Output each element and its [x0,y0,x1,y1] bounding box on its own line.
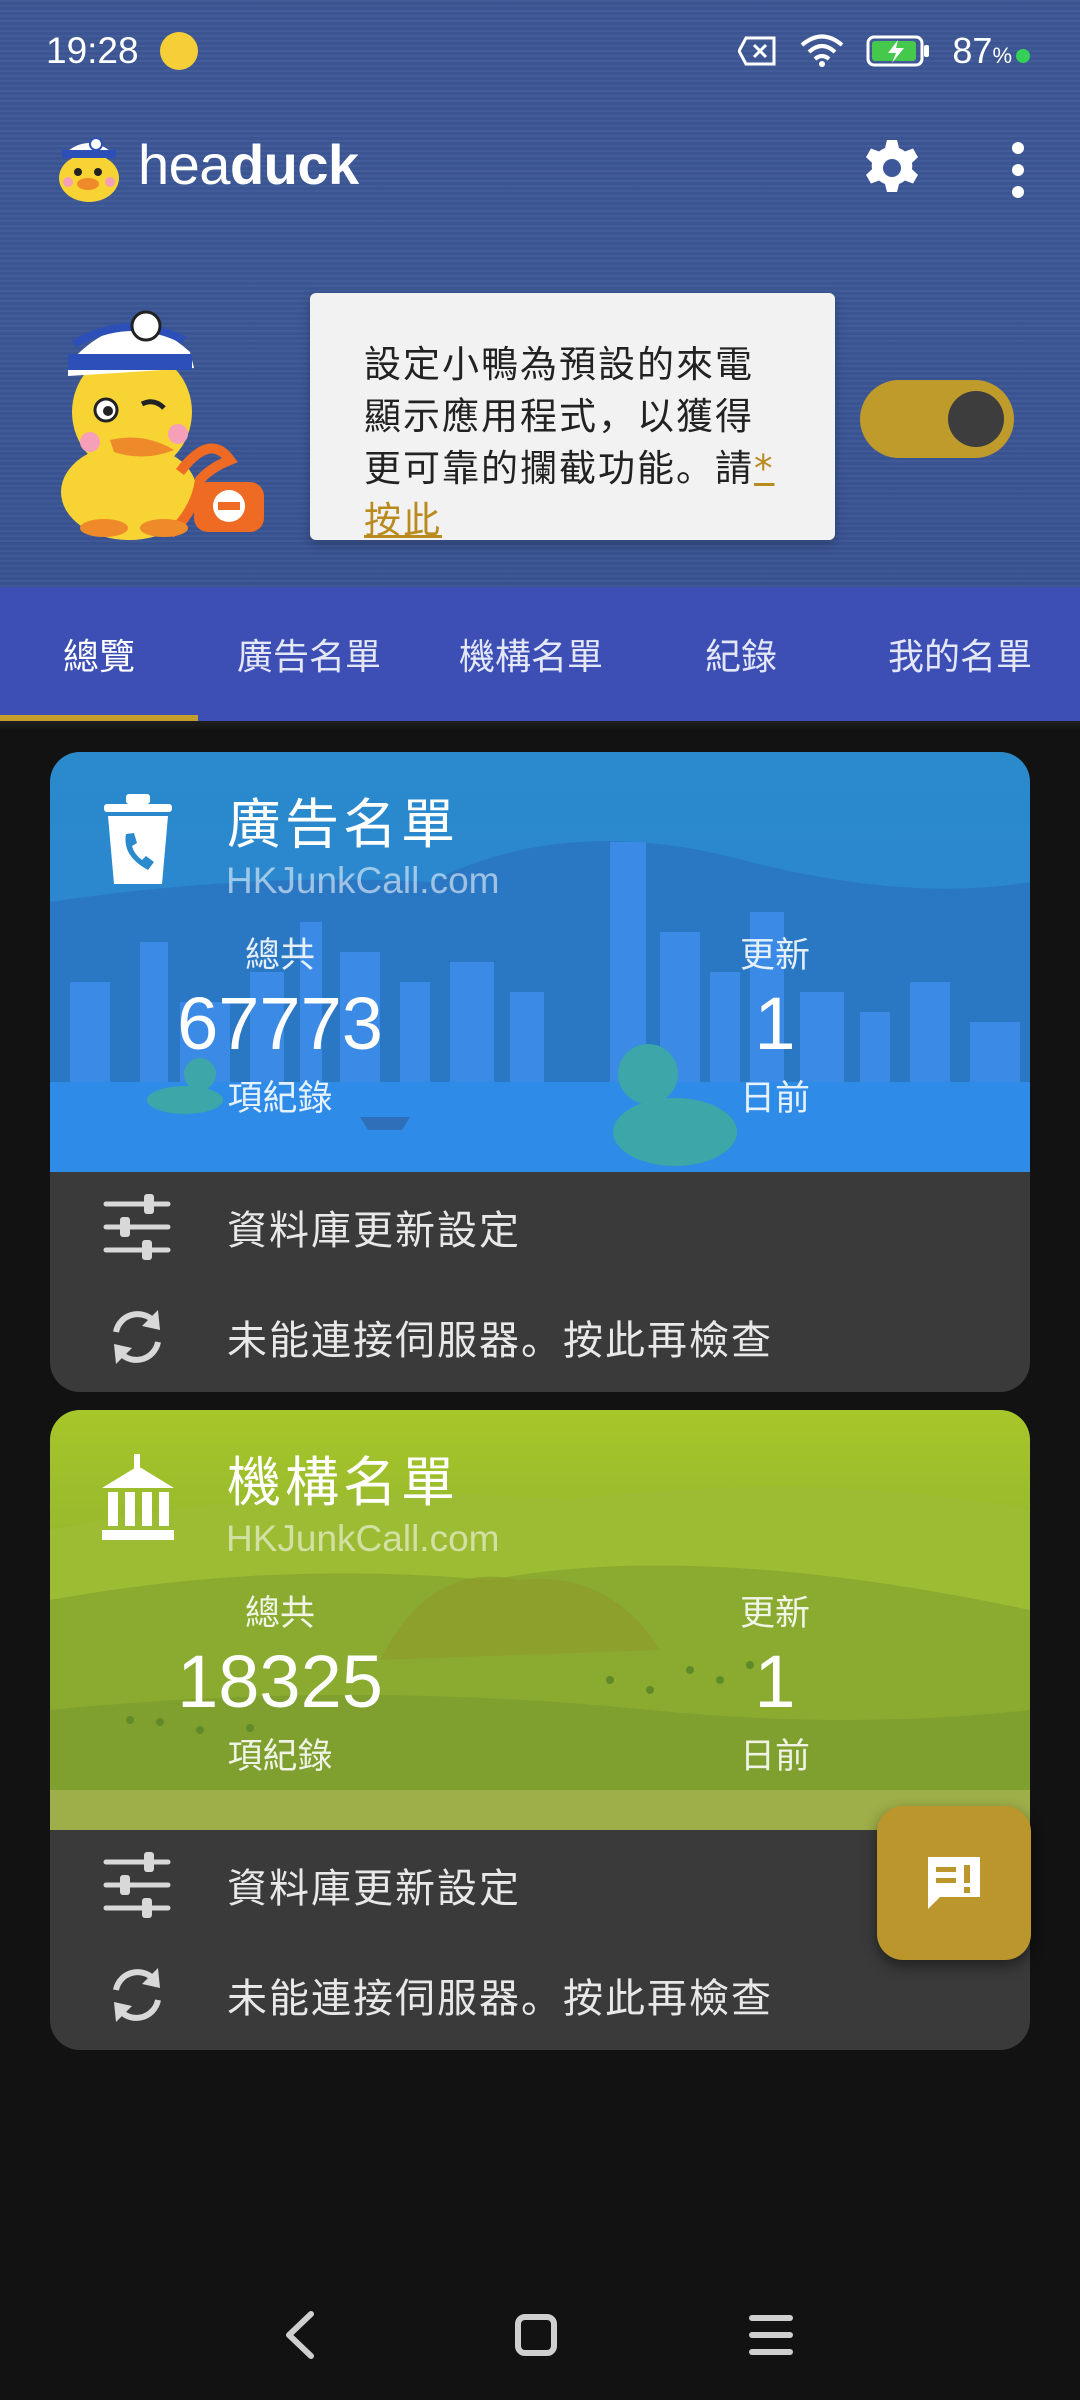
junk-call-trash-icon [104,794,172,884]
server-status-row[interactable]: 未能連接伺服器。按此再檢查 [50,1940,1030,2050]
total-records-stat: 總共 67773 項紀錄 [170,927,390,1121]
sim-disabled-icon [738,36,776,66]
feedback-message-icon [928,1857,980,1909]
last-update-stat: 更新 1 日前 [700,1585,850,1779]
total-records-stat: 總共 18325 項紀錄 [170,1585,390,1779]
card-source: HKJunkCall.com [226,1518,500,1559]
tab-org-list[interactable]: 機構名單 [420,587,642,721]
feedback-fab[interactable] [877,1806,1031,1960]
org-list-summary[interactable]: 機構名單 HKJunkCall.com 總共 18325 項紀錄 更新 1 日前 [50,1410,1030,1830]
notification-duck-icon [160,32,198,70]
tab-my-list[interactable]: 我的名單 [840,587,1080,721]
last-update-stat: 更新 1 日前 [700,927,850,1121]
total-label: 總共 [244,936,315,976]
default-caller-app-prompt: 設定小鴨為預設的來電顯示應用程式，以獲得更可靠的攔截功能。請*按此 [310,293,835,540]
refresh-icon [113,1968,161,2022]
org-list-card: 機構名單 HKJunkCall.com 總共 18325 項紀錄 更新 1 日前… [50,1410,1030,2050]
settings-label: 資料庫更新設定 [227,1866,521,1912]
tab-bar: 總覽 廣告名單 機構名單 紀錄 我的名單 [0,587,1080,721]
header-banner: 19:28 87% headuck 設定小鴨為預設的來電顯示應用程式，以獲得更可… [0,0,1080,587]
privacy-indicator-dot [1016,49,1030,63]
system-navigation-bar [0,2270,1080,2400]
status-label: 未能連接伺服器。按此再檢查 [227,1976,773,2022]
settings-gear-icon[interactable] [860,136,924,200]
card-title: 機構名單 [227,1451,459,1514]
refresh-icon [113,1310,161,1364]
status-label: 未能連接伺服器。按此再檢查 [227,1318,773,1364]
app-name: headuck [138,133,359,196]
duck-mascot-image [61,310,264,540]
card-title: 廣告名單 [227,793,459,856]
more-options-icon[interactable] [1000,140,1036,200]
tab-overview[interactable]: 總覽 [0,587,198,721]
toggle-knob [948,391,1004,447]
update-label: 更新 [739,1594,810,1634]
battery-percent: 87% [952,30,1030,72]
ad-list-summary[interactable]: 廣告名單 HKJunkCall.com 總共 67773 項紀錄 更新 1 日前 [50,752,1030,1172]
update-unit: 日前 [739,1737,810,1777]
app-logo-icon [59,137,119,202]
recents-menu-icon[interactable] [736,2300,806,2370]
status-bar: 19:28 87% [0,0,1080,110]
ad-list-card: 廣告名單 HKJunkCall.com 總共 67773 項紀錄 更新 1 日前… [50,752,1030,1392]
status-icons: 87% [738,30,1030,72]
total-value: 18325 [177,1640,383,1723]
update-value: 1 [754,982,796,1065]
update-value: 1 [754,1640,796,1723]
status-time: 19:28 [46,30,139,71]
update-unit: 日前 [739,1079,810,1119]
settings-label: 資料庫更新設定 [227,1208,521,1254]
tab-shadow [0,721,1080,731]
card-source: HKJunkCall.com [226,860,500,901]
tab-ad-list[interactable]: 廣告名單 [198,587,420,721]
home-icon[interactable] [501,2300,571,2370]
update-label: 更新 [739,936,810,976]
db-update-settings-row[interactable]: 資料庫更新設定 [50,1172,1030,1282]
app-bar: headuck [0,118,1080,228]
total-value: 67773 [177,982,383,1065]
sliders-icon [103,1852,171,1918]
wifi-icon [801,34,844,67]
total-unit: 項紀錄 [227,1737,333,1777]
sliders-icon [103,1194,171,1260]
blocking-toggle[interactable] [860,380,1014,458]
total-unit: 項紀錄 [227,1079,333,1119]
institution-building-icon [102,1454,174,1540]
prompt-text: 設定小鴨為預設的來電顯示應用程式，以獲得更可靠的攔截功能。請*按此 [364,343,775,540]
tab-records[interactable]: 紀錄 [642,587,840,721]
back-icon[interactable] [265,2300,335,2370]
total-label: 總共 [244,1594,315,1634]
battery-charging-icon [866,35,930,67]
server-status-row[interactable]: 未能連接伺服器。按此再檢查 [50,1282,1030,1392]
